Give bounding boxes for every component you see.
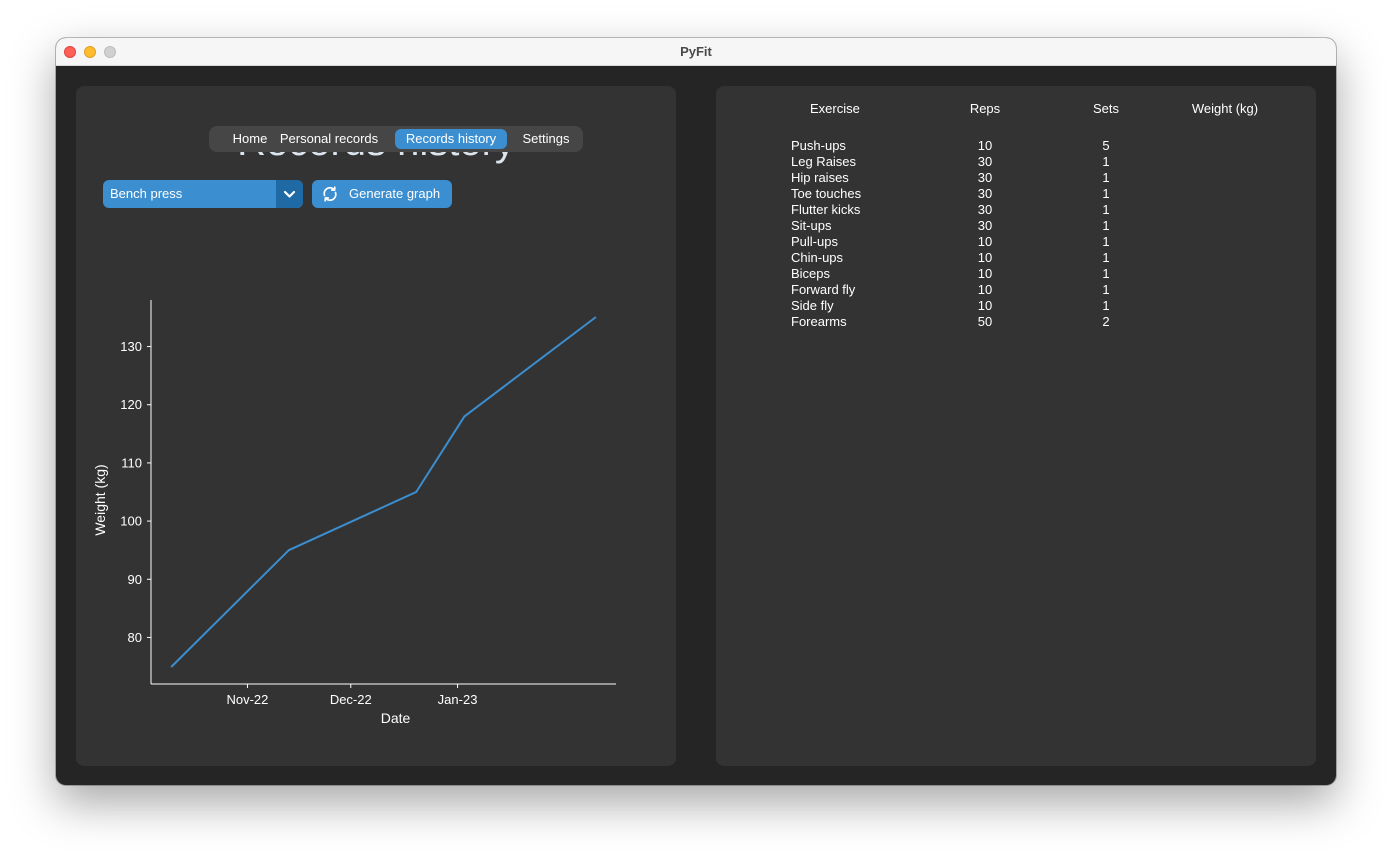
reps-cell: 10 xyxy=(977,266,993,281)
sets-cell: 1 xyxy=(1102,298,1110,313)
x-tick-label: Jan-23 xyxy=(438,692,478,707)
tab-personal-records[interactable]: Personal records xyxy=(272,129,386,149)
tab-records-history[interactable]: Records history xyxy=(395,129,507,149)
sets-cell: 1 xyxy=(1102,170,1110,185)
exercise-cell: Side fly xyxy=(791,298,834,313)
table-row: Leg Raises 30 1 xyxy=(716,154,1316,170)
exercise-cell: Toe touches xyxy=(791,186,862,201)
sets-cell: 5 xyxy=(1102,138,1110,153)
header-sets: Sets xyxy=(1092,101,1119,116)
sets-cell: 1 xyxy=(1102,154,1110,169)
weight-history-chart: 80 90 100 110 120 130 Nov-22 Dec-22 Jan-23 Date We… xyxy=(92,300,616,726)
y-tick-label: 130 xyxy=(120,339,142,354)
y-axis-label: Weight (kg) xyxy=(92,464,108,535)
y-tick-label: 110 xyxy=(121,455,142,470)
reps-cell: 30 xyxy=(977,202,993,217)
exercise-cell: Sit-ups xyxy=(791,218,832,233)
header-reps: Reps xyxy=(969,101,1001,116)
weight-series-line xyxy=(170,316,596,668)
exercise-cell: Flutter kicks xyxy=(791,202,861,217)
header-exercise: Exercise xyxy=(810,101,860,116)
data-point xyxy=(463,415,466,418)
exercise-cell: Leg Raises xyxy=(791,154,857,169)
tab-bar: Home Personal records Records history Se… xyxy=(209,126,583,152)
data-point xyxy=(415,491,418,493)
table-row: Chin-ups 10 1 xyxy=(716,250,1316,266)
data-point xyxy=(594,316,597,319)
sets-cell: 1 xyxy=(1102,186,1110,201)
reps-cell: 10 xyxy=(977,250,993,265)
y-tick-label: 100 xyxy=(120,514,142,529)
table-row: Toe touches 30 1 xyxy=(716,186,1316,202)
table-row: Pull-ups 10 1 xyxy=(716,234,1316,250)
sets-cell: 1 xyxy=(1102,282,1110,297)
table-row: Push-ups 10 5 xyxy=(716,138,1316,154)
reps-cell: 50 xyxy=(977,314,993,329)
reps-cell: 10 xyxy=(977,234,993,249)
reps-cell: 30 xyxy=(977,170,993,185)
table-row: Forearms 50 2 xyxy=(716,314,1316,330)
table-row: Side fly 10 1 xyxy=(716,298,1316,314)
table-row: Forward fly 10 1 xyxy=(716,282,1316,298)
exercise-cell: Biceps xyxy=(791,266,831,281)
reps-cell: 10 xyxy=(977,138,993,153)
exercise-cell: Pull-ups xyxy=(791,234,838,249)
y-tick-label: 120 xyxy=(120,397,142,412)
reps-cell: 30 xyxy=(977,186,993,201)
x-tick-label: Dec-22 xyxy=(330,692,372,707)
app-window: PyFit Records history Bench press Genera… xyxy=(56,38,1336,785)
table-row: Sit-ups 30 1 xyxy=(716,218,1316,234)
sets-cell: 1 xyxy=(1102,202,1110,217)
sets-cell: 1 xyxy=(1102,266,1110,281)
reps-cell: 30 xyxy=(977,218,993,233)
y-tick-label: 80 xyxy=(128,630,142,645)
exercise-cell: Forward fly xyxy=(791,282,856,297)
exercise-cell: Chin-ups xyxy=(791,250,844,265)
reps-cell: 10 xyxy=(977,298,993,313)
title-bar: PyFit xyxy=(56,38,1336,66)
exercise-cell: Hip raises xyxy=(791,170,849,185)
sets-cell: 1 xyxy=(1102,218,1110,233)
sets-cell: 1 xyxy=(1102,234,1110,249)
data-point xyxy=(170,665,173,668)
reps-cell: 30 xyxy=(977,154,993,169)
table-row: Hip raises 30 1 xyxy=(716,170,1316,186)
table-header: Exercise Reps Sets Weight (kg) xyxy=(716,100,1316,116)
header-weight: Weight (kg) xyxy=(1191,101,1259,116)
reps-cell: 10 xyxy=(977,282,993,297)
data-point xyxy=(287,549,290,552)
x-tick-label: Nov-22 xyxy=(226,692,268,707)
x-axis-label: Date xyxy=(381,710,411,726)
tab-settings[interactable]: Settings xyxy=(513,129,579,149)
records-history-panel: Records history Bench press Generate gra… xyxy=(76,86,676,766)
sets-cell: 1 xyxy=(1102,250,1110,265)
table-row: Biceps 10 1 xyxy=(716,266,1316,282)
sets-cell: 2 xyxy=(1102,314,1110,329)
exercise-cell: Forearms xyxy=(791,314,847,329)
exercise-cell: Push-ups xyxy=(791,138,846,153)
exercise-table-panel: Exercise Reps Sets Weight (kg) Push-ups 1… xyxy=(716,86,1316,766)
y-tick-label: 90 xyxy=(128,572,142,587)
table-row: Flutter kicks 30 1 xyxy=(716,202,1316,218)
window-title: PyFit xyxy=(680,44,712,59)
